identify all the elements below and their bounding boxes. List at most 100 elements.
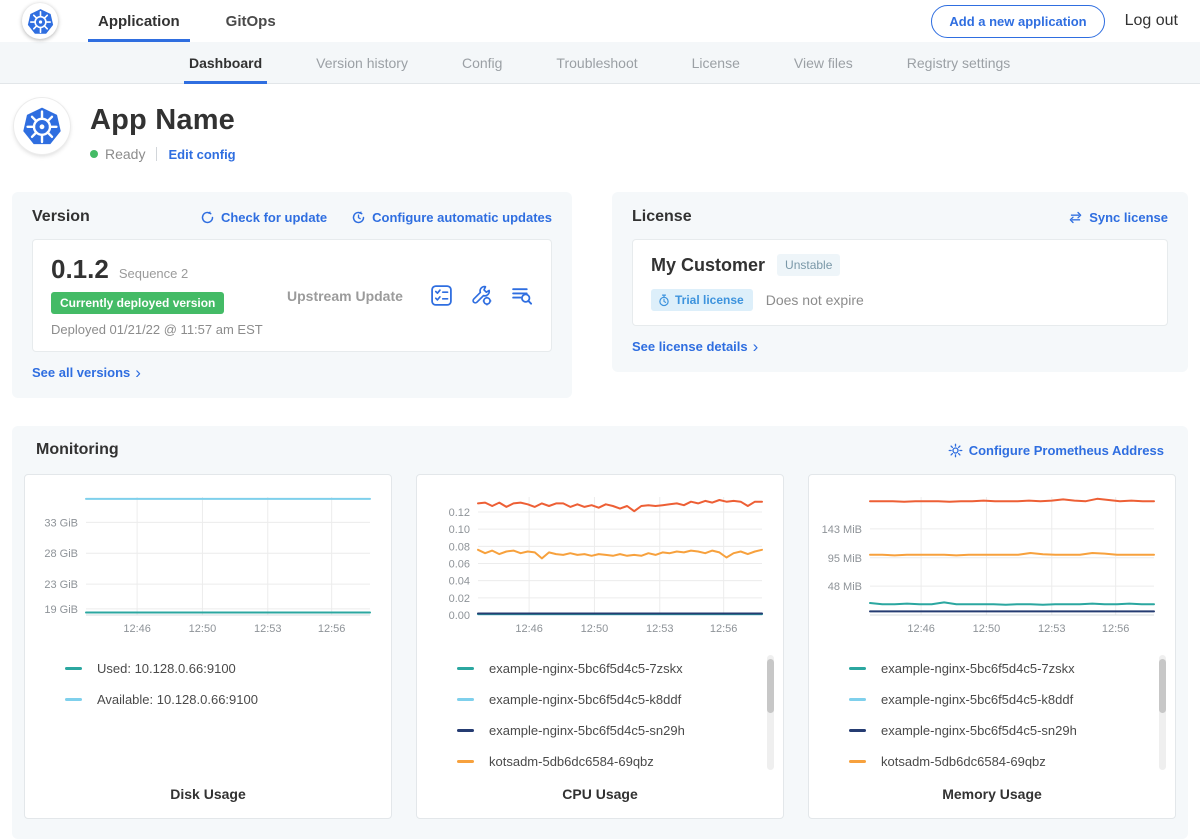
legend-label: Available: 10.128.0.66:9100 [97, 692, 258, 707]
legend-label: example-nginx-5bc6f5d4c5-sn29h [489, 723, 685, 738]
legend-dash-icon [849, 667, 866, 670]
svg-text:28 GiB: 28 GiB [44, 548, 78, 560]
svg-text:12:46: 12:46 [515, 623, 543, 635]
see-all-versions-link[interactable]: See all versions › [32, 365, 141, 380]
legend-item: example-nginx-5bc6f5d4c5-k8ddf [849, 692, 1175, 707]
legend-dash-icon [457, 698, 474, 701]
add-application-button[interactable]: Add a new application [931, 5, 1104, 38]
legend-label: kotsadm-5db6dc6584-69qbz [489, 754, 654, 769]
monitoring-title: Monitoring [36, 441, 119, 459]
license-expiry: Does not expire [766, 292, 864, 308]
svg-text:12:56: 12:56 [1102, 623, 1130, 635]
subnav-item-view-files[interactable]: View files [767, 42, 880, 83]
legend-label: example-nginx-5bc6f5d4c5-k8ddf [489, 692, 681, 707]
legend-scrollbar-thumb[interactable] [767, 659, 774, 713]
legend-item: example-nginx-5bc6f5d4c5-7zskx [457, 661, 783, 676]
svg-text:12:53: 12:53 [646, 623, 674, 635]
subnav-item-registry-settings[interactable]: Registry settings [880, 42, 1037, 83]
configure-automatic-updates-link[interactable]: Configure automatic updates [351, 210, 552, 225]
view-diff-files-icon[interactable] [510, 284, 533, 307]
legend-label: Used: 10.128.0.66:9100 [97, 661, 236, 676]
legend-label: example-nginx-5bc6f5d4c5-7zskx [881, 661, 1075, 676]
svg-text:12:46: 12:46 [123, 623, 151, 635]
edit-config-link[interactable]: Edit config [168, 147, 235, 162]
chart-title-memory-usage: Memory Usage [809, 786, 1175, 802]
divider [156, 147, 157, 161]
currently-deployed-badge: Currently deployed version [51, 292, 224, 314]
tab-application[interactable]: Application [88, 0, 190, 42]
stopwatch-icon [658, 294, 670, 307]
legend-item: example-nginx-5bc6f5d4c5-7zskx [849, 661, 1175, 676]
svg-text:143 MiB: 143 MiB [822, 524, 862, 536]
see-all-versions-label: See all versions [32, 365, 130, 380]
preflight-checks-icon[interactable] [430, 284, 453, 307]
page-title: App Name [90, 104, 236, 137]
chart-legend-cpu-usage: example-nginx-5bc6f5d4c5-7zskx example-ng… [417, 639, 783, 786]
subnav-item-troubleshoot[interactable]: Troubleshoot [529, 42, 664, 83]
svg-text:0.02: 0.02 [449, 593, 470, 605]
app-icon [14, 98, 70, 154]
channel-badge: Unstable [777, 254, 840, 276]
sync-license-label: Sync license [1089, 210, 1168, 225]
legend-item: example-nginx-5bc6f5d4c5-k8ddf [457, 692, 783, 707]
version-card: Version Check for update Configure autom… [12, 192, 572, 398]
version-sequence: Sequence 2 [119, 266, 188, 281]
check-for-update-link[interactable]: Check for update [200, 210, 327, 225]
trial-license-badge: Trial license [651, 289, 753, 311]
configure-prometheus-link[interactable]: Configure Prometheus Address [948, 443, 1164, 458]
legend-scrollbar-thumb[interactable] [1159, 659, 1166, 713]
legend-scrollbar[interactable] [1159, 655, 1166, 770]
legend-dash-icon [849, 760, 866, 763]
legend-item: kotsadm-5db6dc6584-69qbz [457, 754, 783, 769]
status-label: Ready [105, 146, 145, 162]
customer-name: My Customer [651, 255, 765, 276]
svg-text:12:53: 12:53 [254, 623, 282, 635]
subnav-item-license[interactable]: License [665, 42, 767, 83]
svg-text:12:56: 12:56 [710, 623, 738, 635]
chart-plot-cpu-usage: 12:4612:5012:5312:560.120.100.080.060.04… [428, 487, 772, 639]
sync-license-link[interactable]: Sync license [1068, 210, 1168, 225]
legend-dash-icon [65, 667, 82, 670]
svg-text:0.04: 0.04 [449, 576, 470, 588]
chart-title-cpu-usage: CPU Usage [417, 786, 783, 802]
config-wrench-icon[interactable] [470, 284, 493, 307]
legend-item: Available: 10.128.0.66:9100 [65, 692, 391, 707]
subnav-item-version-history[interactable]: Version history [289, 42, 435, 83]
gear-icon [948, 443, 963, 458]
configure-prometheus-label: Configure Prometheus Address [969, 443, 1164, 458]
kubernetes-logo[interactable] [22, 3, 58, 39]
monitoring-section: Monitoring Configure Prometheus Address … [12, 426, 1188, 839]
chart-card-disk-usage: 12:4612:5012:5312:5633 GiB28 GiB23 GiB19… [24, 474, 392, 819]
charts-row: 12:4612:5012:5312:5633 GiB28 GiB23 GiB19… [24, 474, 1176, 819]
legend-dash-icon [849, 698, 866, 701]
chart-legend-memory-usage: example-nginx-5bc6f5d4c5-7zskx example-ng… [809, 639, 1175, 786]
svg-text:12:50: 12:50 [189, 623, 217, 635]
logout-link[interactable]: Log out [1125, 12, 1178, 30]
kubernetes-wheel-icon [27, 8, 54, 35]
legend-item: kotsadm-5db6dc6584-69qbz [849, 754, 1175, 769]
auto-update-clock-icon [351, 210, 366, 225]
svg-text:48 MiB: 48 MiB [828, 581, 862, 593]
top-nav: Application GitOps Add a new application… [0, 0, 1200, 42]
legend-label: example-nginx-5bc6f5d4c5-7zskx [489, 661, 683, 676]
tab-gitops[interactable]: GitOps [216, 0, 286, 42]
svg-text:12:50: 12:50 [581, 623, 609, 635]
current-version-panel: 0.1.2 Sequence 2 Currently deployed vers… [32, 239, 552, 352]
see-license-details-link[interactable]: See license details › [632, 339, 758, 354]
license-panel: My Customer Unstable Trial license Does … [632, 239, 1168, 326]
chart-card-cpu-usage: 12:4612:5012:5312:560.120.100.080.060.04… [416, 474, 784, 819]
version-number: 0.1.2 [51, 254, 109, 285]
subnav-item-config[interactable]: Config [435, 42, 529, 83]
trial-license-label: Trial license [675, 293, 744, 307]
chevron-right-icon: › [135, 368, 141, 378]
legend-dash-icon [849, 729, 866, 732]
configure-automatic-updates-label: Configure automatic updates [372, 210, 552, 225]
legend-scrollbar[interactable] [767, 655, 774, 770]
chevron-right-icon: › [753, 342, 759, 352]
legend-dash-icon [457, 729, 474, 732]
subnav-item-dashboard[interactable]: Dashboard [162, 42, 289, 83]
chart-card-memory-usage: 12:4612:5012:5312:56143 MiB95 MiB48 MiBe… [808, 474, 1176, 819]
svg-text:12:56: 12:56 [318, 623, 346, 635]
legend-dash-icon [457, 667, 474, 670]
svg-text:12:53: 12:53 [1038, 623, 1066, 635]
